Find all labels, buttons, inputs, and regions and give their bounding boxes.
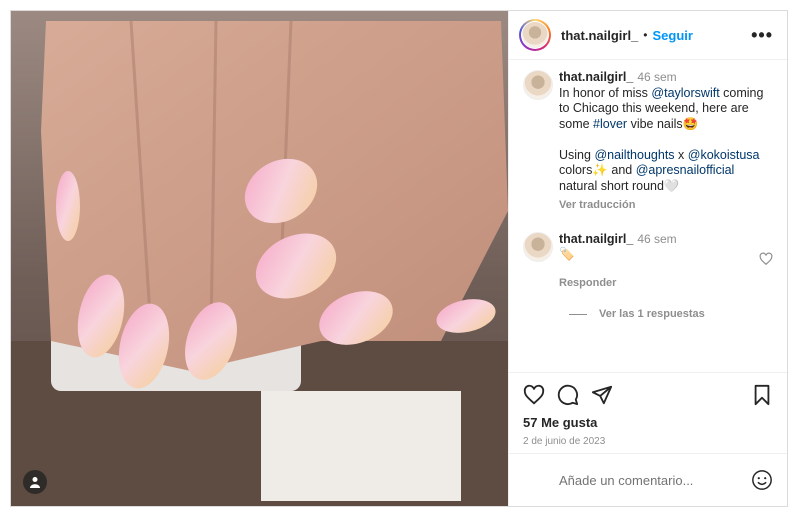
comment-text: 🏷️ (559, 247, 575, 261)
comment-time: 46 sem (637, 231, 677, 246)
view-replies-button[interactable]: Ver las 1 respuestas (569, 308, 773, 320)
comment-username[interactable]: that.nailgirl_ (559, 232, 633, 246)
replies-line (569, 313, 587, 315)
mention-link[interactable]: @nailthoughts (594, 148, 674, 162)
mention-link[interactable]: @apresnailofficial (636, 163, 735, 177)
likes-count[interactable]: 57 Me gusta (523, 415, 773, 430)
nails-photo (11, 11, 508, 506)
comment-icon[interactable] (557, 384, 579, 406)
follow-button[interactable]: Seguir (653, 28, 693, 43)
add-comment-bar: Añade un comentario... (509, 453, 787, 506)
more-options-button[interactable]: ••• (751, 25, 773, 46)
post-sidebar: that.nailgirl_ • Seguir ••• that.nailgir… (508, 11, 787, 506)
post-image[interactable] (11, 11, 508, 506)
action-bar: 57 Me gusta 2 de junio de 2023 (509, 372, 787, 453)
user-tag-icon (30, 477, 40, 488)
mention-link[interactable]: @taylorswift (651, 86, 719, 100)
separator-dot: • (643, 28, 648, 42)
caption: that.nailgirl_ 46 sem In honor of miss @t… (523, 70, 773, 214)
post-header: that.nailgirl_ • Seguir ••• (509, 11, 787, 60)
comment: that.nailgirl_ 46 sem 🏷️ Responder (523, 231, 773, 292)
like-comment-icon[interactable] (759, 252, 773, 266)
comments-section: that.nailgirl_ 46 sem In honor of miss @t… (509, 60, 787, 372)
reply-button[interactable]: Responder (559, 276, 753, 292)
avatar[interactable] (523, 70, 553, 100)
user-tag-button[interactable] (23, 470, 47, 494)
hashtag-link[interactable]: #lover (593, 117, 627, 131)
avatar[interactable] (523, 231, 553, 262)
emoji-icon[interactable] (751, 469, 773, 491)
post-date: 2 de junio de 2023 (523, 436, 606, 447)
post-modal: that.nailgirl_ • Seguir ••• that.nailgir… (10, 10, 788, 507)
avatar (522, 22, 548, 48)
story-ring[interactable] (519, 19, 551, 51)
heart-icon[interactable] (523, 384, 545, 406)
mention-link[interactable]: @kokoistusa (688, 148, 760, 162)
comment-input[interactable]: Añade un comentario... (559, 473, 693, 488)
share-icon[interactable] (591, 384, 613, 406)
author-username[interactable]: that.nailgirl_ (561, 28, 638, 43)
bookmark-icon[interactable] (751, 384, 773, 406)
caption-time: 46 sem (637, 70, 677, 84)
caption-username[interactable]: that.nailgirl_ (559, 70, 633, 84)
see-translation-link[interactable]: Ver traducción (559, 198, 773, 214)
